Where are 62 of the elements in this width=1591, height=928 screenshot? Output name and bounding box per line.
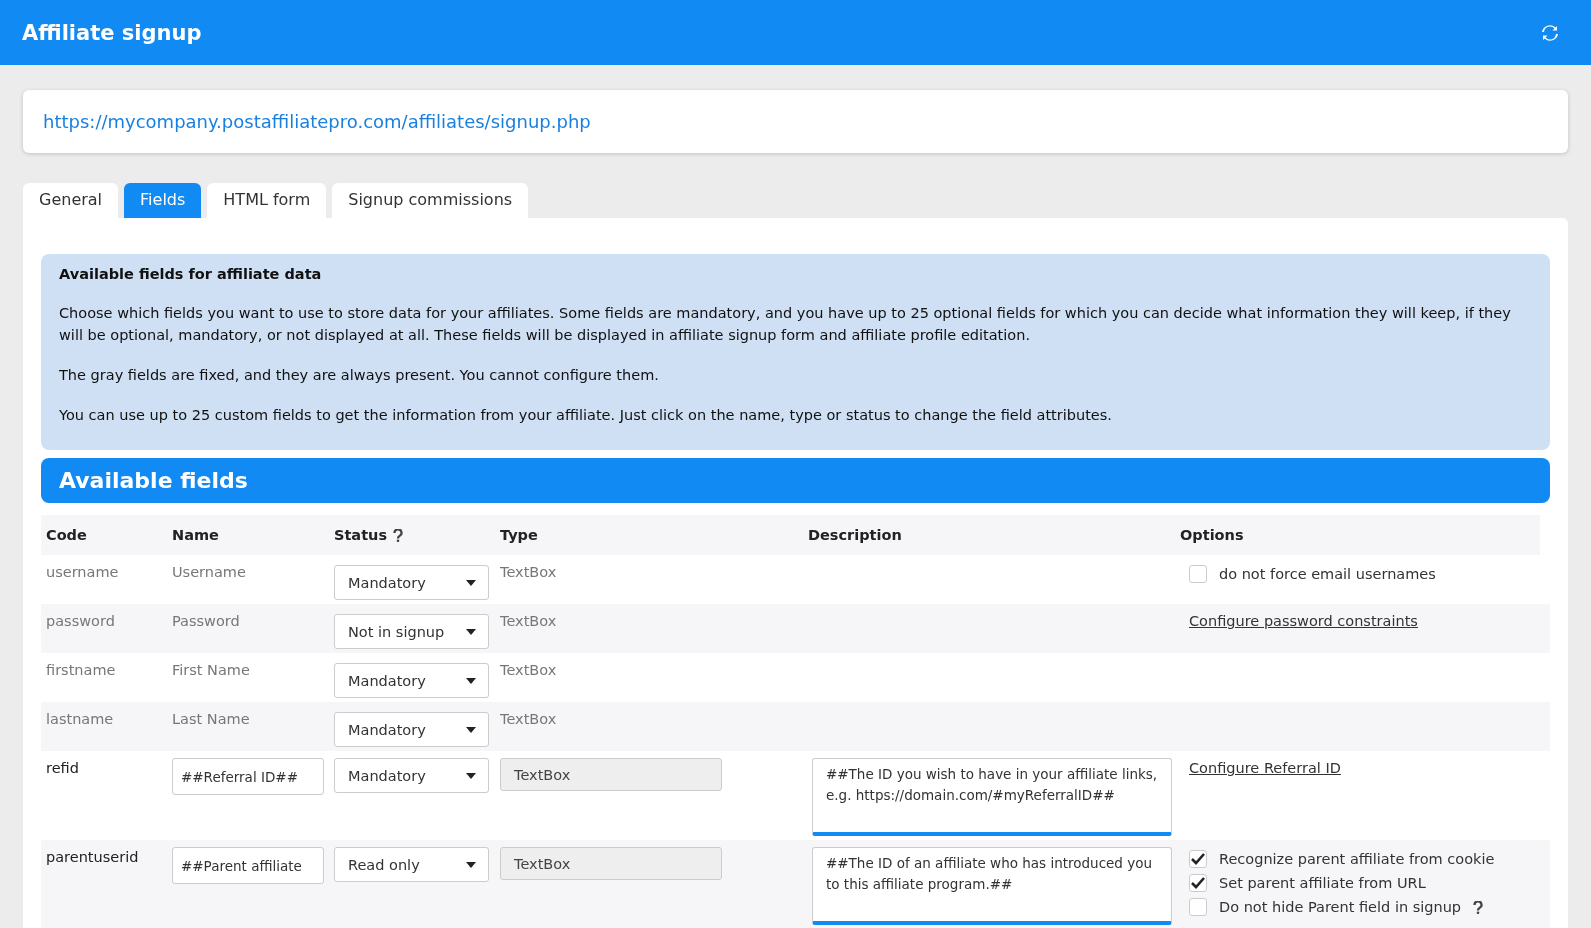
description-field[interactable]: ##The ID of an affiliate who has introduced you to this affiliate program.## bbox=[812, 847, 1172, 925]
checkbox[interactable] bbox=[1189, 898, 1207, 916]
tab[interactable]: HTML form bbox=[207, 183, 327, 218]
checkbox[interactable] bbox=[1189, 850, 1207, 868]
status-dropdown[interactable]: Mandatory bbox=[334, 712, 489, 747]
column-header: Options bbox=[1180, 527, 1244, 543]
caret-icon bbox=[466, 628, 476, 635]
section-title: Available fields bbox=[59, 468, 248, 493]
option-link[interactable]: Configure Referral ID bbox=[1189, 760, 1341, 776]
field-code: parentuserid bbox=[46, 849, 139, 865]
status-dropdown[interactable]: Mandatory bbox=[334, 758, 489, 793]
caret-icon bbox=[466, 726, 476, 733]
field-code: username bbox=[46, 564, 119, 580]
tab[interactable]: Fields bbox=[124, 183, 202, 218]
type-field[interactable]: TextBox bbox=[500, 758, 722, 791]
field-name: Last Name bbox=[172, 711, 250, 727]
field-type: TextBox bbox=[500, 564, 557, 580]
checkbox-label: Set parent affiliate from URL bbox=[1219, 875, 1426, 891]
type-field[interactable]: TextBox bbox=[500, 847, 722, 880]
tab[interactable]: Signup commissions bbox=[332, 183, 529, 218]
info-title: Available fields for affiliate data bbox=[59, 266, 323, 282]
name-field[interactable]: ##Parent affiliate bbox=[172, 847, 324, 884]
field-type: TextBox bbox=[500, 662, 557, 678]
field-name: Username bbox=[172, 564, 246, 580]
checkbox[interactable] bbox=[1189, 565, 1207, 583]
name-field[interactable]: ##Referral ID## bbox=[172, 758, 324, 795]
option-link[interactable]: Configure password constraints bbox=[1189, 613, 1418, 629]
column-header: Description bbox=[808, 527, 902, 543]
field-type: TextBox bbox=[500, 711, 557, 727]
caret-icon bbox=[466, 677, 476, 684]
column-header: Code bbox=[46, 527, 87, 543]
info-paragraph: You can use up to 25 custom fields to get the information from your affiliate. Just click on the name, type or status to change the field attributes. bbox=[59, 406, 1113, 425]
checkbox-label: Do not hide Parent field in signup bbox=[1219, 899, 1462, 915]
checkbox-label: do not force email usernames bbox=[1219, 566, 1436, 582]
signup-url-link[interactable]: https://mycompany.postaffiliatepro.com/affiliates/signup.php bbox=[43, 111, 591, 132]
checkbox-label: Recognize parent affiliate from cookie bbox=[1219, 851, 1495, 867]
refresh-icon[interactable] bbox=[1541, 23, 1559, 42]
field-code: password bbox=[46, 613, 115, 629]
help-icon[interactable] bbox=[393, 528, 404, 542]
status-dropdown[interactable]: Not in signup bbox=[334, 614, 489, 649]
page-title: Affiliate signup bbox=[22, 20, 202, 45]
caret-icon bbox=[466, 861, 476, 868]
status-dropdown[interactable]: Read only bbox=[334, 847, 489, 882]
column-header: Type bbox=[500, 527, 538, 543]
caret-icon bbox=[466, 772, 476, 779]
field-code: lastname bbox=[46, 711, 114, 727]
status-dropdown[interactable]: Mandatory bbox=[334, 663, 489, 698]
checkbox[interactable] bbox=[1189, 874, 1207, 892]
description-field[interactable]: ##The ID you wish to have in your affiliate links, e.g. https://domain.com/#myReferralID## bbox=[812, 758, 1172, 836]
field-name: First Name bbox=[172, 662, 250, 678]
column-header: Status bbox=[334, 527, 388, 543]
caret-icon bbox=[466, 579, 476, 586]
tab[interactable]: General bbox=[23, 183, 119, 218]
help-icon[interactable] bbox=[1473, 900, 1484, 914]
field-code: firstname bbox=[46, 662, 116, 678]
info-paragraph: Choose which fields you want to use to store data for your affiliates. Some fields are mandatory, and you have up to 25 optional fields for which you can decide what information they will keep, if they will be optional, mandatory, or not displayed at all. These fields will be displayed in affiliate signup form and affiliate profile editation. bbox=[59, 304, 1512, 345]
field-type: TextBox bbox=[500, 613, 557, 629]
field-code: refid bbox=[46, 760, 79, 776]
status-dropdown[interactable]: Mandatory bbox=[334, 565, 489, 600]
info-paragraph: The gray fields are fixed, and they are always present. You cannot configure them. bbox=[59, 366, 660, 385]
column-header: Name bbox=[172, 527, 219, 543]
field-name: Password bbox=[172, 613, 240, 629]
